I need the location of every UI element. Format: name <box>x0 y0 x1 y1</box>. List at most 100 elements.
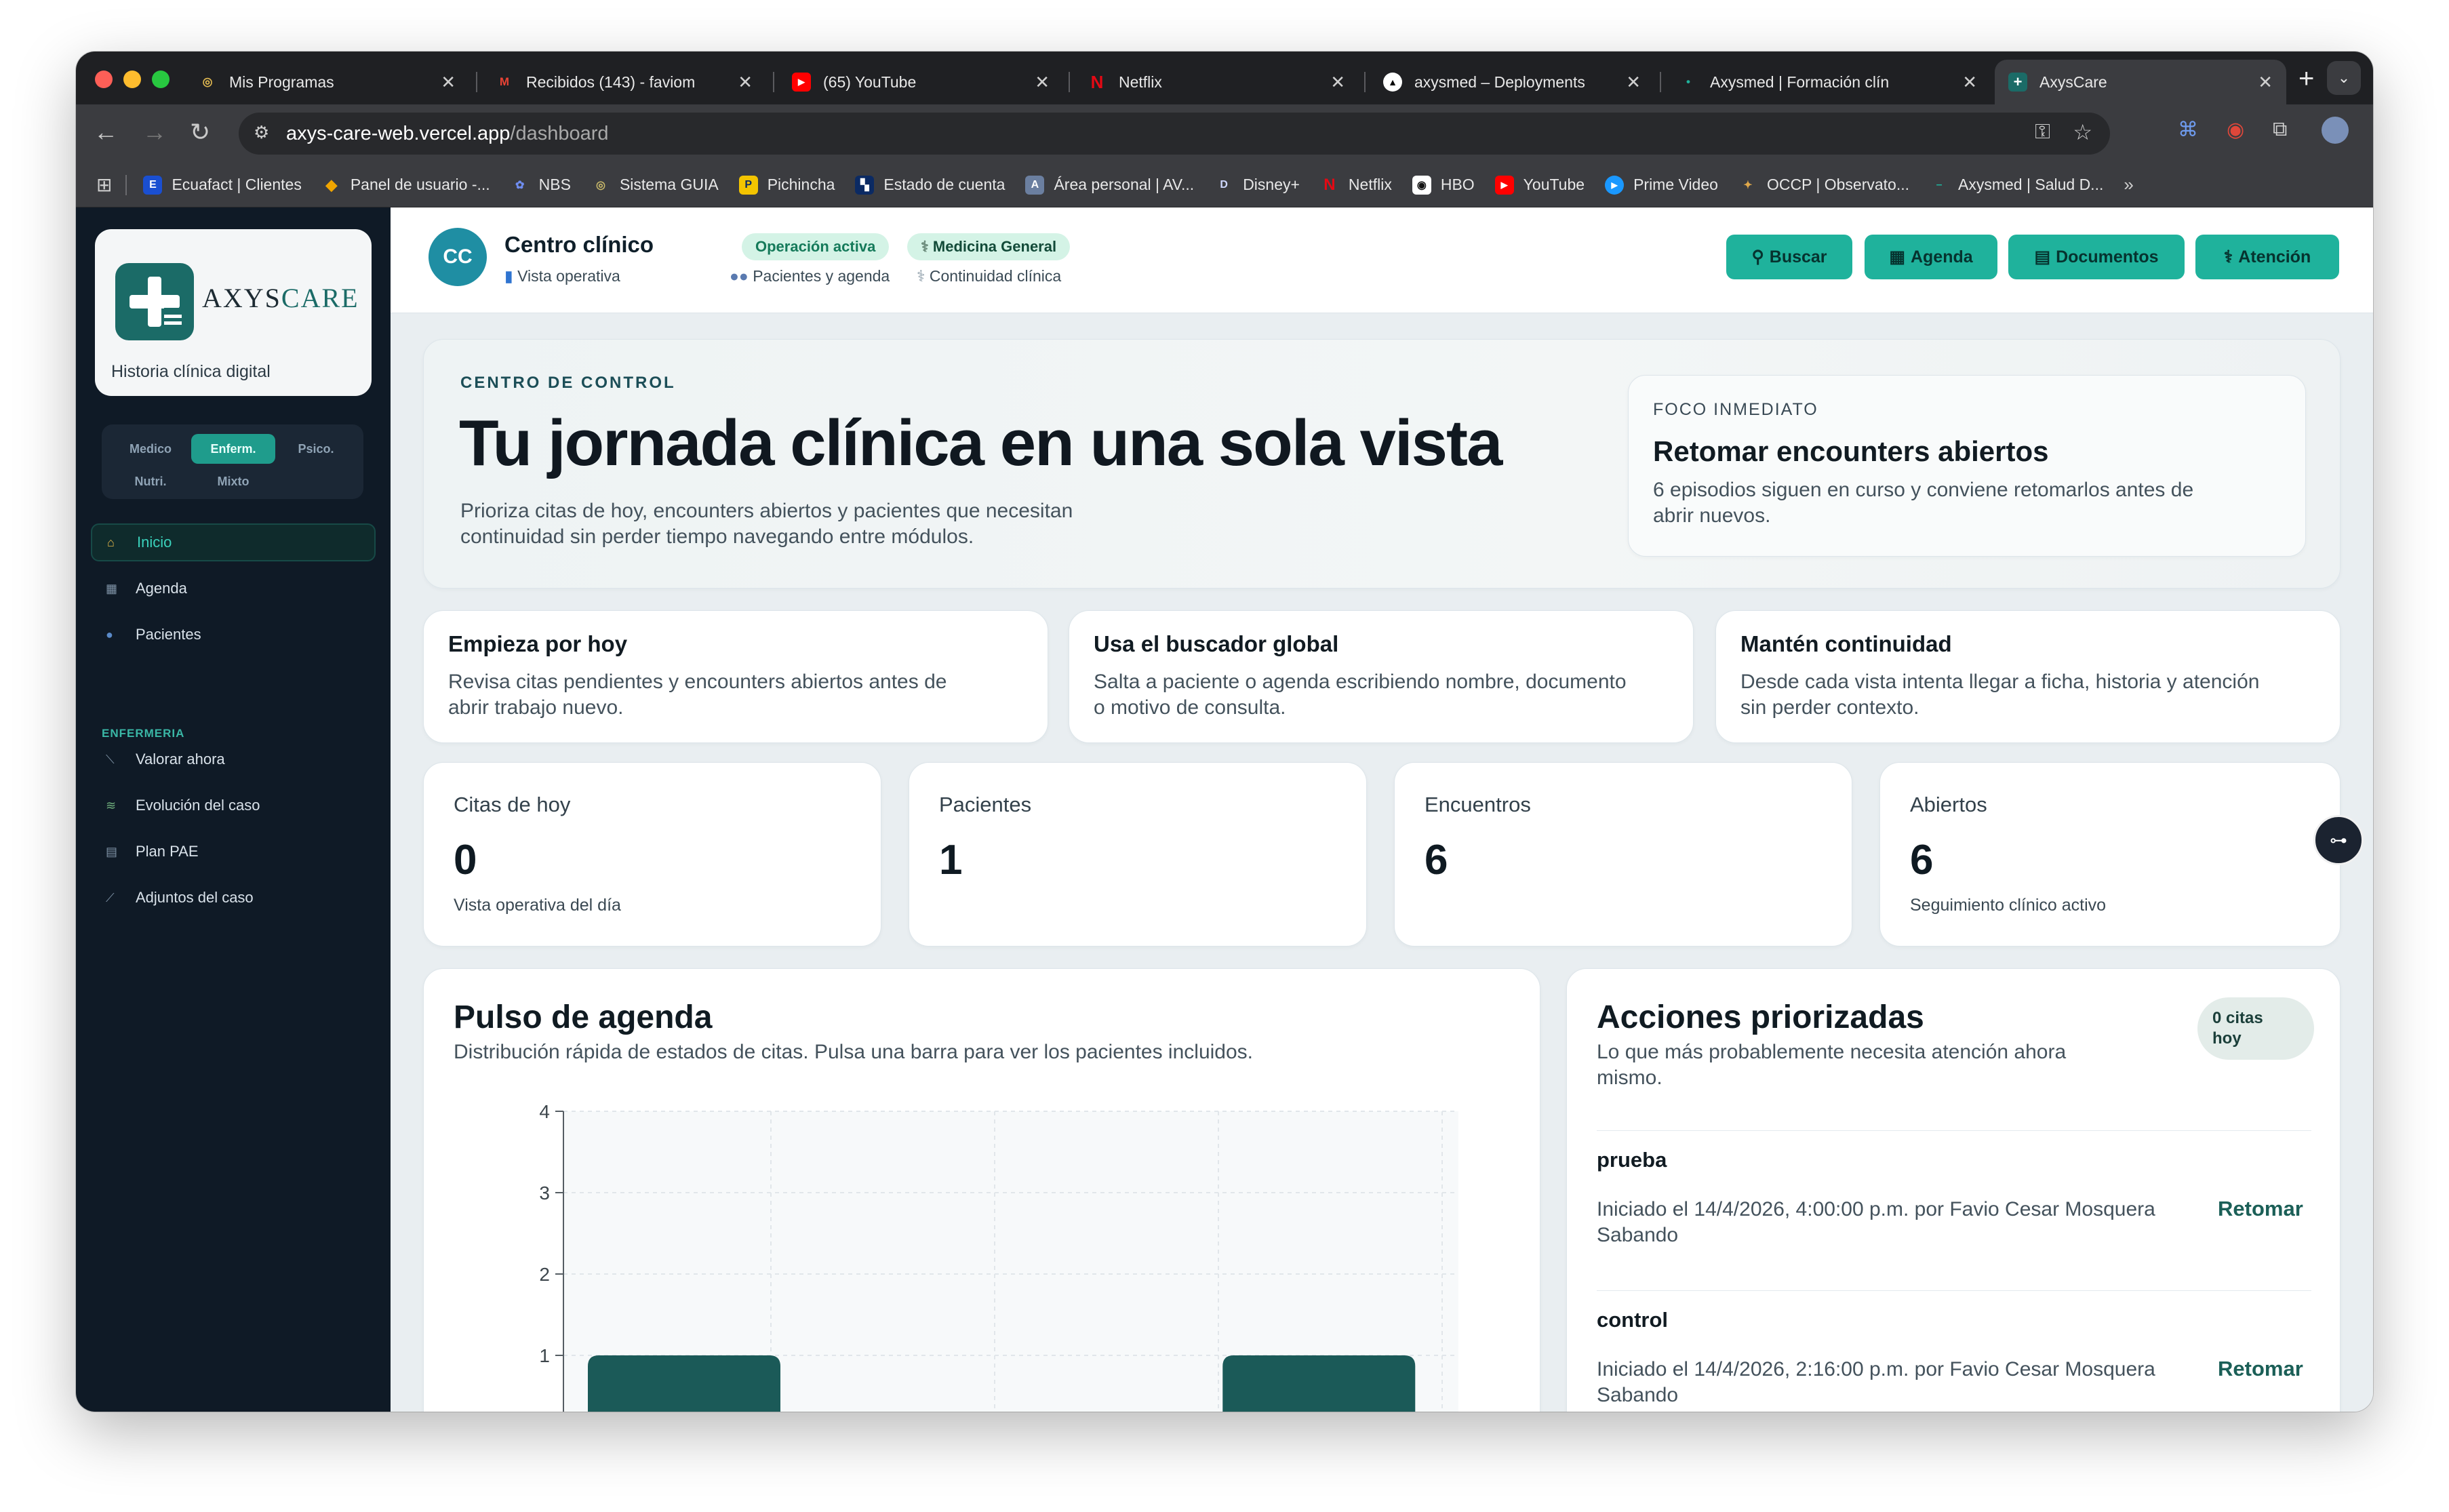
paperclip-icon: ⟋ <box>106 890 115 904</box>
bookmark-netflix[interactable]: N Netflix <box>1320 176 1392 195</box>
bookmark-nbs[interactable]: ✿ NBS <box>511 176 571 195</box>
agenda-button[interactable]: ▦ Agenda <box>1865 235 1997 279</box>
nbs-icon: ✿ <box>515 179 525 191</box>
bookmark-occp[interactable]: ✦ OCCP | Observato... <box>1738 176 1909 195</box>
close-window-button[interactable] <box>95 71 113 88</box>
role-enfermeria[interactable]: Enferm. <box>191 434 275 464</box>
sidebar-item-valorar-ahora[interactable]: ⟍ Valorar ahora <box>91 740 376 778</box>
reload-icon[interactable]: ↻ <box>190 118 210 146</box>
bookmark-area-personal[interactable]: A Área personal | AV... <box>1025 175 1194 195</box>
hero-panel: CENTRO DE CONTROL Tu jornada clínica en … <box>423 339 2341 589</box>
user-icon: ● <box>106 627 113 641</box>
tab-vercel[interactable]: ▲ axysmed – Deployments ✕ <box>1370 60 1654 104</box>
meta-vista-operativa: ▮ Vista operativa <box>504 267 620 285</box>
bar[interactable] <box>588 1355 780 1412</box>
bookmark-prime-video[interactable]: ▶ Prime Video <box>1605 175 1718 195</box>
actions-title: Acciones priorizadas <box>1597 999 1924 1035</box>
forward-icon[interactable]: → <box>142 118 167 146</box>
stat-card-pacientes[interactable]: Pacientes 1 <box>909 762 1367 947</box>
netflix-icon: N <box>1323 175 1336 194</box>
sidebar-item-plan-pae[interactable]: ▤ Plan PAE <box>91 833 376 871</box>
apps-grid-icon[interactable]: ⊞ <box>96 174 112 196</box>
tab-axyscare[interactable]: + AxysCare ✕ <box>1995 60 2286 104</box>
extensions-puzzle-icon[interactable]: ⧉ <box>2273 118 2287 141</box>
role-nutricion[interactable]: Nutri. <box>111 466 190 496</box>
close-tab-icon[interactable]: ✕ <box>441 72 456 93</box>
close-tab-icon[interactable]: ✕ <box>1626 72 1641 93</box>
close-tab-icon[interactable]: ✕ <box>2258 72 2273 93</box>
stat-card-citas-hoy[interactable]: Citas de hoy 0 Vista operativa del día <box>423 762 881 947</box>
extension-shield-icon[interactable]: ◉ <box>2227 118 2244 142</box>
focus-title: Retomar encounters abiertos <box>1653 435 2049 467</box>
chart-icon: ▮ <box>504 267 513 285</box>
more-bookmarks-icon[interactable]: » <box>2124 174 2133 195</box>
back-icon[interactable]: ← <box>94 118 118 146</box>
meta-continuidad: ⚕ Continuidad clínica <box>917 267 1062 285</box>
translate-icon[interactable]: ⌘ <box>2178 118 2198 142</box>
focus-description-1: 6 episodios siguen en curso y conviene r… <box>1653 479 2194 501</box>
bookmark-youtube[interactable]: ▶ YouTube <box>1494 175 1585 195</box>
youtube-icon: ▶ <box>792 73 811 92</box>
bar[interactable] <box>1222 1355 1416 1412</box>
sidebar-item-adjuntos[interactable]: ⟋ Adjuntos del caso <box>91 879 376 917</box>
bookmark-star-icon[interactable]: ☆ <box>2073 119 2092 145</box>
role-medico[interactable]: Medico <box>111 434 190 464</box>
hero-title: Tu jornada clínica en una sola vista <box>459 407 1502 479</box>
resume-encounter-link[interactable]: Retomar <box>2218 1357 2303 1381</box>
bookmark-axysmed[interactable]: – Axysmed | Salud D... <box>1930 176 2104 195</box>
search-button[interactable]: ⚲ Buscar <box>1726 235 1852 279</box>
new-tab-icon[interactable]: + <box>2298 64 2314 94</box>
sidebar-item-pacientes[interactable]: ● Pacientes <box>91 616 376 654</box>
floating-filter-icon[interactable]: ⊶ <box>2313 815 2364 865</box>
stethoscope-icon: ⚕ <box>917 267 925 285</box>
password-key-icon[interactable]: ⚿ <box>2035 121 2050 144</box>
bookmark-disney[interactable]: D Disney+ <box>1214 176 1300 195</box>
role-psicologia[interactable]: Psico. <box>277 434 355 464</box>
focus-card[interactable]: FOCO INMEDIATO Retomar encounters abiert… <box>1628 375 2306 557</box>
tab-netflix[interactable]: N Netflix ✕ <box>1074 60 1359 104</box>
diamond-icon: ◆ <box>325 176 338 193</box>
bookmark-sistema-guia[interactable]: ◎ Sistema GUIA <box>591 176 719 195</box>
attention-button[interactable]: ⚕ Atención <box>2195 235 2339 279</box>
close-tab-icon[interactable]: ✕ <box>1330 72 1345 93</box>
tab-axysmed[interactable]: • Axysmed | Formación clín ✕ <box>1665 60 1991 104</box>
documents-button[interactable]: ▤ Documentos <box>2008 235 2185 279</box>
people-icon: ●● <box>730 267 749 285</box>
tab-mis-programas[interactable]: ◎ Mis Programas ✕ <box>184 60 469 104</box>
bookmark-estado-cuenta[interactable]: ▚ Estado de cuenta <box>855 175 1005 195</box>
avatar[interactable]: CC <box>429 228 487 286</box>
stat-card-abiertos[interactable]: Abiertos 6 Seguimiento clínico activo <box>1879 762 2341 947</box>
close-tab-icon[interactable]: ✕ <box>1962 72 1977 93</box>
bookmark-pichincha[interactable]: P Pichincha <box>738 175 835 195</box>
role-mixto[interactable]: Mixto <box>191 466 275 496</box>
profile-avatar[interactable] <box>2322 117 2349 144</box>
close-tab-icon[interactable]: ✕ <box>1035 72 1050 93</box>
minimize-window-button[interactable] <box>123 71 141 88</box>
tab-gmail[interactable]: M Recibidos (143) - faviom ✕ <box>481 60 766 104</box>
browser-menu-icon[interactable]: ⋮ <box>2369 118 2373 142</box>
appointments-today-badge: 0 citas hoy <box>2197 997 2314 1060</box>
sidebar-item-inicio[interactable]: ⌂ Inicio <box>91 523 376 561</box>
site-settings-icon[interactable]: ⚙ <box>254 122 277 145</box>
stat-value: 6 <box>1910 837 1934 883</box>
tab-youtube[interactable]: ▶ (65) YouTube ✕ <box>778 60 1063 104</box>
close-tab-icon[interactable]: ✕ <box>738 72 753 93</box>
assess-icon: ⟍ <box>106 752 115 766</box>
tip-text-2: o motivo de consulta. <box>1094 696 1286 719</box>
bookmark-panel-usuario[interactable]: ◆ Panel de usuario -... <box>322 176 490 195</box>
bookmark-ecuafact[interactable]: E Ecuafact | Clientes <box>143 175 302 195</box>
sidebar-item-agenda[interactable]: ▦ Agenda <box>91 570 376 608</box>
tab-search-icon[interactable]: ⌄ <box>2327 61 2361 95</box>
bookmark-hbo[interactable]: ◉ HBO <box>1412 175 1475 195</box>
address-bar[interactable]: ⚙ axys-care-web.vercel.app/dashboard ⚿ ☆ <box>239 113 2110 155</box>
tip-card-buscador: Usa el buscador global Salta a paciente … <box>1069 610 1694 743</box>
resume-encounter-link[interactable]: Retomar <box>2218 1197 2303 1221</box>
stat-card-encuentros[interactable]: Encuentros 6 <box>1394 762 1852 947</box>
stat-label: Abiertos <box>1910 793 1987 816</box>
brand-card[interactable]: AXYSCARE Historia clínica digital <box>95 229 372 396</box>
agenda-title: Pulso de agenda <box>454 999 713 1035</box>
sidebar-item-evolucion[interactable]: ≋ Evolución del caso <box>91 787 376 824</box>
action-item-detail-1: Iniciado el 14/4/2026, 4:00:00 p.m. por … <box>1597 1198 2155 1220</box>
sidebar-section-enfermeria: ENFERMERIA <box>102 727 185 740</box>
maximize-window-button[interactable] <box>152 71 170 88</box>
